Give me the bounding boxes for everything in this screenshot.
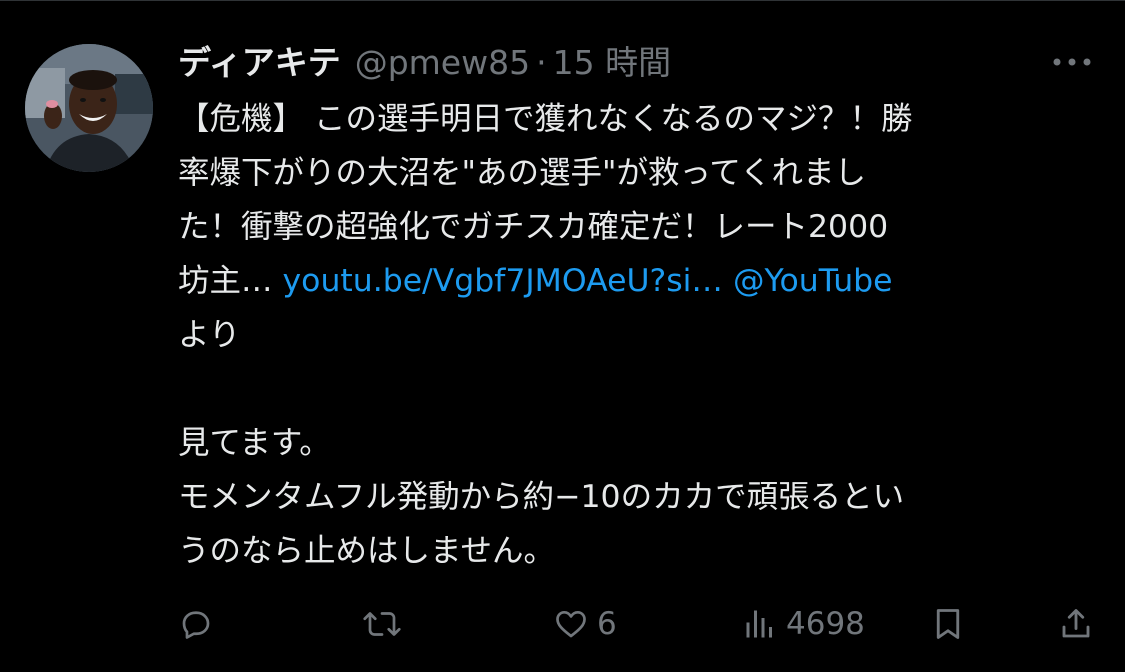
like-button[interactable]: 6 bbox=[553, 598, 617, 650]
reply-icon bbox=[182, 611, 210, 639]
author-display-name[interactable]: ディアキテ bbox=[178, 38, 341, 88]
like-count: 6 bbox=[597, 606, 617, 642]
tweet-line: うのなら止めはしません。 bbox=[178, 533, 556, 569]
reply-button[interactable] bbox=[178, 598, 214, 650]
share-button[interactable] bbox=[1058, 598, 1094, 650]
retweet-icon bbox=[363, 612, 401, 636]
tweet-header: ディアキテ @pmew85 · 15 時間 bbox=[178, 38, 671, 88]
views-icon bbox=[746, 610, 772, 638]
more-options-button[interactable] bbox=[1050, 48, 1094, 76]
tweet-text: 【危機】 この選手明日で獲れなくなるのマジ？！勝 率爆下がりの大沼を"あの選手"… bbox=[178, 92, 1093, 578]
tweet-line: モメンタムフル発動から約−10のカカで頑張るとい bbox=[178, 479, 905, 515]
tweet-timestamp[interactable]: 15 時間 bbox=[553, 38, 671, 88]
retweet-button[interactable] bbox=[362, 598, 402, 650]
mention-link[interactable]: @YouTube bbox=[733, 263, 893, 299]
more-icon bbox=[1053, 58, 1091, 66]
separator-dot: · bbox=[536, 43, 547, 82]
views-button[interactable]: 4698 bbox=[742, 598, 865, 650]
tweet-line: た！衝撃の超強化でガチスカ確定だ！レート2000 bbox=[178, 209, 889, 245]
heart-icon bbox=[556, 610, 586, 638]
avatar-photo bbox=[25, 44, 153, 172]
tweet-line: 【危機】 この選手明日で獲れなくなるのマジ？！勝 bbox=[178, 101, 913, 137]
tweet-line: 見てます。 bbox=[178, 425, 331, 461]
top-divider bbox=[0, 0, 1125, 1]
youtube-link[interactable]: youtu.be/Vgbf7JMOAeU?si… bbox=[283, 263, 723, 299]
bookmark-button[interactable] bbox=[930, 598, 966, 650]
action-bar: 6 4698 bbox=[0, 598, 1125, 650]
author-handle[interactable]: @pmew85 bbox=[355, 38, 530, 88]
bookmark-icon bbox=[936, 609, 960, 639]
tweet-line-with-link: 坊主… youtu.be/Vgbf7JMOAeU?si… @YouTube bbox=[178, 254, 1093, 308]
share-icon bbox=[1062, 609, 1090, 638]
views-count: 4698 bbox=[786, 606, 865, 642]
tweet-line: より bbox=[178, 317, 241, 353]
tweet-text-fragment: 坊主… bbox=[178, 263, 273, 299]
tweet-line: 率爆下がりの大沼を"あの選手"が救ってくれまし bbox=[178, 155, 866, 191]
avatar[interactable] bbox=[25, 44, 153, 172]
